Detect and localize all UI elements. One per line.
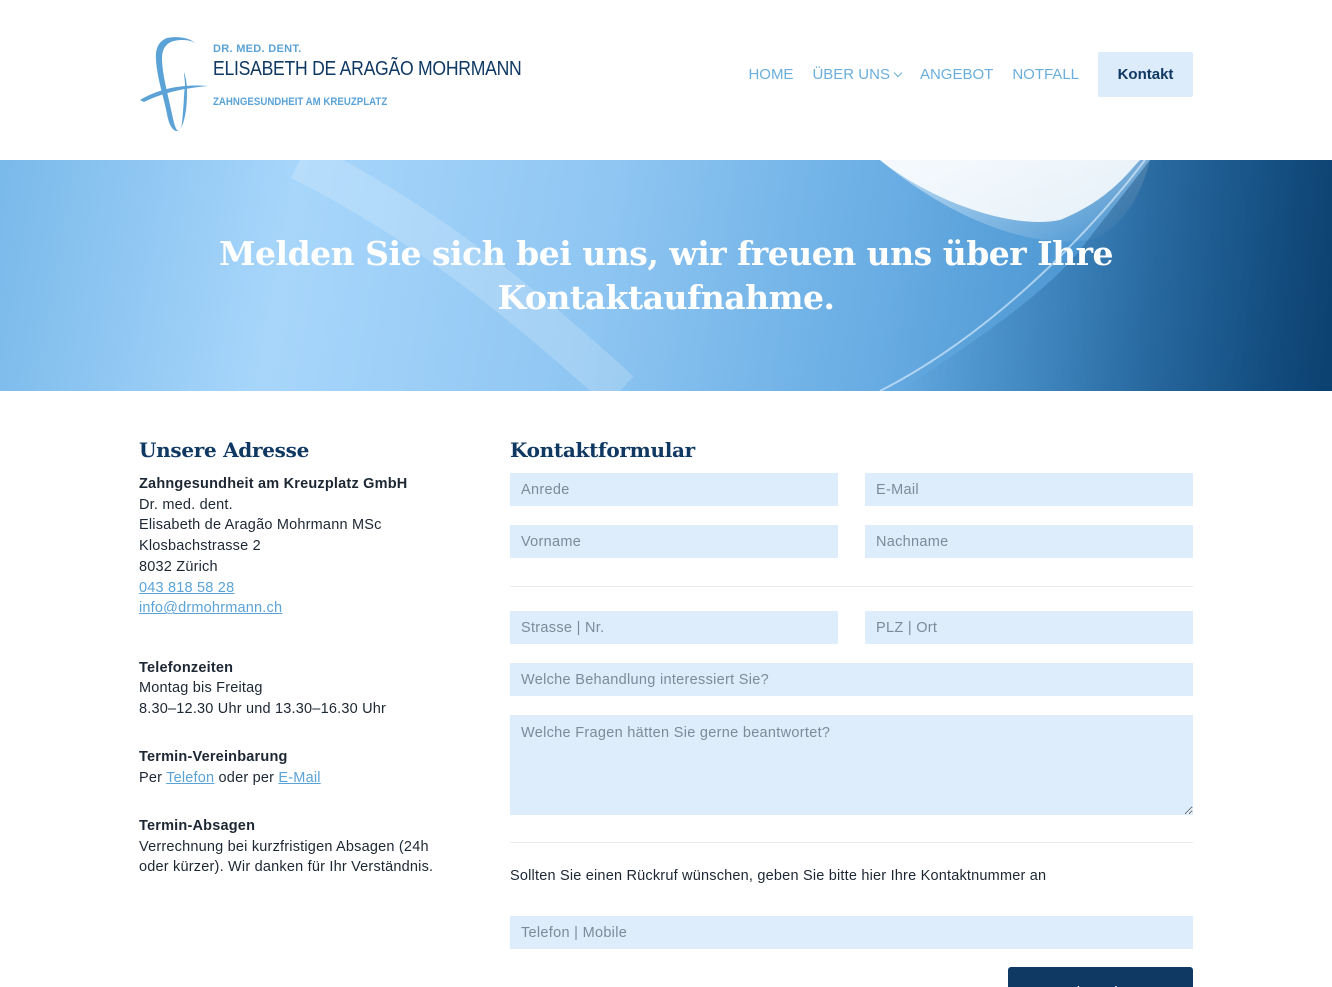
appointment-block: Termin-Vereinbarung Per Telefon oder per…	[139, 747, 469, 788]
tooth-logo-icon	[140, 37, 208, 132]
appointment-prefix: Per	[139, 769, 163, 786]
phone-hours-block: Telefonzeiten Montag bis Freitag 8.30–12…	[139, 658, 469, 720]
form-divider-2	[510, 842, 1193, 843]
hero-banner: Melden Sie sich bei uns, wir freuen uns …	[0, 160, 1332, 391]
hero-title: Melden Sie sich bei uns, wir freuen uns …	[0, 232, 1332, 320]
behandlung-field[interactable]	[510, 663, 1193, 696]
nav-item-label: ÜBER UNS	[812, 66, 890, 83]
phone-hours-heading: Telefonzeiten	[139, 659, 234, 676]
email-link[interactable]: info@drmohrmann.ch	[139, 600, 282, 616]
anrede-field[interactable]	[510, 473, 838, 506]
logo-subtitle: ZAHNGESUNDHEIT AM KREUZPLATZ	[213, 96, 388, 108]
vorname-field[interactable]	[510, 525, 838, 558]
site-logo[interactable]: DR. MED. DENT. ELISABETH DE ARAGÃO MOHRM…	[138, 34, 522, 134]
plz-ort-field[interactable]	[865, 611, 1193, 644]
nav-item-home[interactable]: HOME	[748, 66, 793, 83]
appointment-middle: oder per	[218, 769, 275, 786]
address-street: Klosbachstrasse 2	[139, 538, 261, 555]
cancellation-line-1: Verrechnung bei kurzfristigen Absagen (2…	[139, 838, 429, 855]
cancellation-block: Termin-Absagen Verrechnung bei kurzfrist…	[139, 816, 469, 878]
main-nav: HOME ÜBER UNS ANGEBOT NOTFALL Kontakt	[729, 52, 1193, 97]
callback-note: Sollten Sie einen Rückruf wünschen, gebe…	[510, 868, 1047, 884]
logo-pre-title: DR. MED. DENT.	[213, 43, 302, 55]
nav-kontakt-button[interactable]: Kontakt	[1098, 52, 1193, 97]
nav-item-angebot[interactable]: ANGEBOT	[920, 66, 993, 83]
address-block: Zahngesundheit am Kreuzplatz GmbH Dr. me…	[139, 474, 469, 619]
site-header: DR. MED. DENT. ELISABETH DE ARAGÃO MOHRM…	[0, 0, 1332, 160]
hero-title-line-1: Melden Sie sich bei uns, wir freuen uns …	[219, 234, 1113, 273]
nachname-field[interactable]	[865, 525, 1193, 558]
appointment-phone-link[interactable]: Telefon	[166, 770, 214, 786]
telefon-field[interactable]	[510, 916, 1193, 949]
address-column: Unsere Adresse Zahngesundheit am Kreuzpl…	[139, 438, 469, 878]
address-heading: Unsere Adresse	[139, 438, 309, 462]
nav-item-ueber-uns[interactable]: ÜBER UNS	[812, 66, 903, 83]
form-divider-1	[510, 586, 1193, 587]
strasse-field[interactable]	[510, 611, 838, 644]
cancellation-line-2: oder kürzer). Wir danken für Ihr Verstän…	[139, 859, 434, 876]
submit-button[interactable]: Absenden	[1008, 967, 1193, 987]
appointment-email-link[interactable]: E-Mail	[278, 770, 320, 786]
phone-link[interactable]: 043 818 58 28	[139, 580, 234, 596]
chevron-down-icon	[893, 68, 903, 78]
address-person: Elisabeth de Aragão Mohrmann MSc	[139, 517, 382, 534]
cancellation-heading: Termin-Absagen	[139, 818, 256, 835]
address-city: 8032 Zürich	[139, 558, 218, 575]
email-field[interactable]	[865, 473, 1193, 506]
phone-hours-times: 8.30–12.30 Uhr und 13.30–16.30 Uhr	[139, 700, 387, 717]
appointment-heading: Termin-Vereinbarung	[139, 749, 288, 766]
nav-item-notfall[interactable]: NOTFALL	[1012, 66, 1079, 83]
form-heading: Kontaktformular	[510, 438, 695, 462]
logo-name: ELISABETH DE ARAGÃO MOHRMANN	[213, 58, 522, 80]
fragen-textarea[interactable]	[510, 715, 1193, 815]
address-degree: Dr. med. dent.	[139, 496, 233, 513]
hero-title-line-2: Kontaktaufnahme.	[497, 278, 835, 317]
company-name: Zahngesundheit am Kreuzplatz GmbH	[139, 476, 408, 492]
phone-hours-days: Montag bis Freitag	[139, 680, 263, 697]
